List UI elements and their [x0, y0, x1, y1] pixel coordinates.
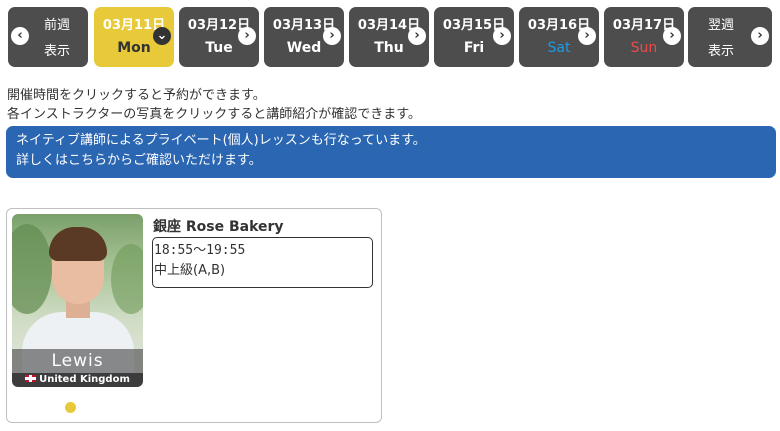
lesson-slot-button[interactable]: 18:55〜19:55 中上級(A,B) — [152, 237, 373, 288]
lesson-level: 中上級(A,B) — [154, 263, 226, 278]
instruction-line: 各インストラクターの写真をクリックすると講師紹介が確認できます。 — [7, 107, 421, 122]
banner-link-text: 詳しくはこちらからご確認いただけます。 — [16, 153, 262, 168]
lesson-location: 銀座 Rose Bakery — [153, 219, 284, 235]
chevron-right-icon: › — [751, 27, 769, 45]
chevron-right-icon: › — [238, 27, 256, 45]
prev-week-button[interactable]: ‹ 前週 表示 — [8, 7, 88, 67]
banner-text: ネイティブ講師によるプライベート(個人)レッスンも行なっています。 — [16, 133, 426, 148]
day-tab-mon[interactable]: 03月11日 Mon ⌄ — [94, 7, 174, 67]
prev-week-label: 前週 — [43, 18, 70, 33]
prev-week-sublabel: 表示 — [43, 44, 70, 59]
instructions: 開催時間をクリックすると予約ができます。 各インストラクターの写真をクリックする… — [7, 86, 421, 124]
status-dot — [65, 402, 76, 413]
chevron-down-icon: ⌄ — [153, 27, 171, 45]
day-tab-wed[interactable]: 03月13日 Wed › — [264, 7, 344, 67]
instructor-name: Lewis — [12, 349, 143, 373]
instructor-photo[interactable]: Lewis United Kingdom — [12, 214, 143, 387]
photo-background — [111, 244, 143, 314]
country-name: United Kingdom — [39, 374, 130, 385]
day-tab-tue[interactable]: 03月12日 Tue › — [179, 7, 259, 67]
lesson-time: 18:55〜19:55 — [154, 243, 246, 258]
instruction-line: 開催時間をクリックすると予約ができます。 — [7, 88, 266, 103]
chevron-right-icon: › — [578, 27, 596, 45]
uk-flag-icon — [25, 375, 37, 382]
instructor-country: United Kingdom — [12, 373, 143, 387]
chevron-right-icon: › — [408, 27, 426, 45]
day-tab-sat[interactable]: 03月16日 Sat › — [519, 7, 599, 67]
photo-background — [12, 224, 52, 314]
day-tab-thu[interactable]: 03月14日 Thu › — [349, 7, 429, 67]
chevron-right-icon: › — [493, 27, 511, 45]
next-week-label: 翌週 — [707, 18, 734, 33]
next-week-button[interactable]: 翌週 表示 › — [688, 7, 772, 67]
instructor-hair — [49, 227, 107, 261]
day-tab-fri[interactable]: 03月15日 Fri › — [434, 7, 514, 67]
instructor-card: Lewis United Kingdom 銀座 Rose Bakery 18:5… — [6, 208, 382, 423]
next-week-sublabel: 表示 — [707, 44, 734, 59]
week-navigation: ‹ 前週 表示 03月11日 Mon ⌄ 03月12日 Tue › 03月13日… — [8, 7, 772, 67]
chevron-right-icon: › — [663, 27, 681, 45]
private-lesson-banner[interactable]: ネイティブ講師によるプライベート(個人)レッスンも行なっています。 詳しくはこち… — [6, 126, 776, 178]
chevron-right-icon: › — [323, 27, 341, 45]
day-tab-sun[interactable]: 03月17日 Sun › — [604, 7, 684, 67]
